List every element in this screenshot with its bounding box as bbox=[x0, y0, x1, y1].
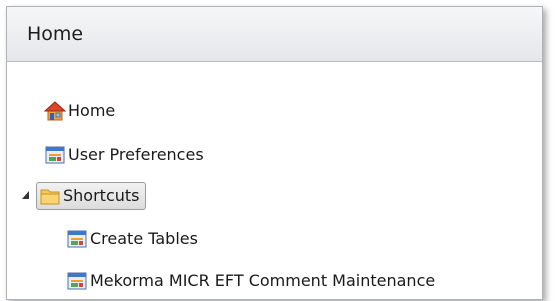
tree-item-mekorma-micr-eft-comment-maintenance[interactable]: Mekorma MICR EFT Comment Maintenance bbox=[66, 268, 435, 294]
tree-item-label: User Preferences bbox=[68, 145, 204, 164]
form-window-icon bbox=[45, 146, 65, 164]
panel-title: Home bbox=[27, 23, 84, 45]
navigation-tree: Home User Preferences Shortcuts Create T… bbox=[7, 62, 542, 299]
collapse-triangle-icon[interactable] bbox=[21, 190, 31, 200]
tree-item-user-preferences[interactable]: User Preferences bbox=[44, 142, 204, 168]
tree-item-create-tables[interactable]: Create Tables bbox=[66, 226, 198, 252]
tree-item-shortcuts[interactable]: Shortcuts bbox=[36, 182, 147, 210]
form-window-icon bbox=[67, 272, 87, 290]
tree-item-label: Shortcuts bbox=[63, 186, 140, 205]
tree-item-home[interactable]: Home bbox=[44, 98, 115, 124]
home-panel: Home Home User Preferences Shortcuts Cre… bbox=[6, 6, 543, 300]
home-icon bbox=[44, 101, 66, 121]
tree-item-label: Home bbox=[68, 101, 116, 120]
folder-icon bbox=[40, 189, 60, 205]
form-window-icon bbox=[67, 230, 87, 248]
tree-item-label: Create Tables bbox=[90, 229, 198, 248]
panel-header: Home bbox=[7, 7, 542, 62]
tree-item-label: Mekorma MICR EFT Comment Maintenance bbox=[90, 271, 436, 290]
